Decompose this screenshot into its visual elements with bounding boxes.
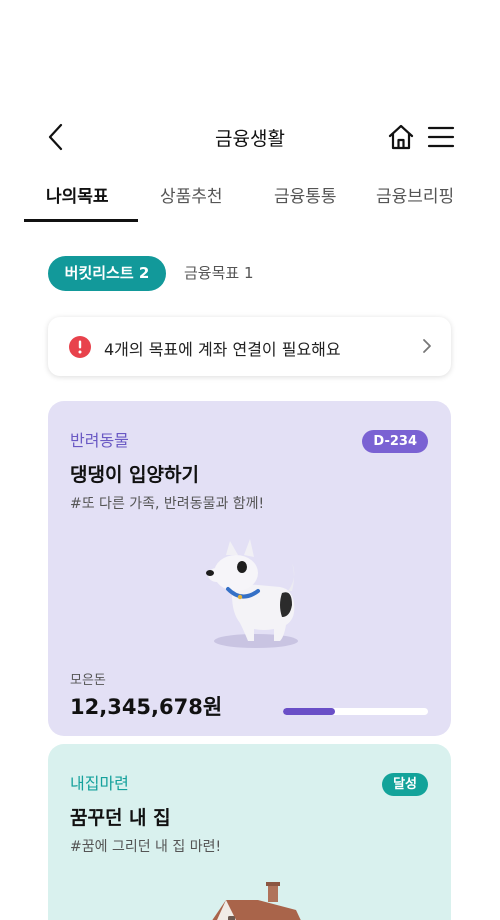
- hamburger-menu-icon: [427, 126, 455, 148]
- tab-bar: 나의목표 상품추천 금융통통 금융브리핑: [0, 182, 500, 224]
- saved-label: 모은돈: [70, 673, 106, 688]
- chevron-left-icon: [48, 123, 63, 151]
- tab-finance-talk[interactable]: 금융통통: [274, 182, 337, 207]
- back-button[interactable]: [40, 120, 74, 154]
- goal-progress-bar: [283, 708, 428, 715]
- account-link-notice[interactable]: 4개의 목표에 계좌 연결이 필요해요: [48, 317, 451, 376]
- menu-button[interactable]: [426, 122, 456, 152]
- goal-description: #또 다른 가족, 반려동물과 함께!: [70, 496, 265, 512]
- goal-card-pet[interactable]: 반려동물 D-234 댕댕이 입양하기 #또 다른 가족, 반려동물과 함께! …: [48, 401, 451, 736]
- goal-title: 댕댕이 입양하기: [70, 464, 199, 486]
- home-icon: [388, 124, 414, 150]
- goal-category: 반려동물: [70, 431, 129, 450]
- house-illustration: [212, 882, 301, 920]
- saved-amount: 12,345,678원: [70, 695, 223, 719]
- goal-description: #꿈에 그리던 내 집 마련!: [70, 839, 222, 855]
- page-title: 금융생활: [215, 128, 285, 150]
- goal-category: 내집마련: [70, 774, 129, 793]
- tab-product-recommend[interactable]: 상품추천: [160, 182, 223, 207]
- d-day-badge: D-234: [362, 430, 428, 453]
- home-button[interactable]: [386, 122, 416, 152]
- info-icon: [69, 336, 91, 358]
- active-tab-indicator: [24, 219, 138, 222]
- dog-illustration: [206, 539, 298, 648]
- financial-goals-chip[interactable]: 금융목표 1: [184, 256, 254, 291]
- chevron-right-icon: [423, 339, 431, 353]
- goal-title: 꿈꾸던 내 집: [70, 807, 171, 829]
- notice-text: 4개의 목표에 계좌 연결이 필요해요: [104, 340, 341, 359]
- goal-card-house[interactable]: 내집마련 달성 꿈꾸던 내 집 #꿈에 그리던 내 집 마련!: [48, 744, 451, 920]
- tab-my-goals[interactable]: 나의목표: [46, 182, 109, 207]
- bucket-list-chip[interactable]: 버킷리스트 2: [48, 256, 166, 291]
- goal-progress-fill: [283, 708, 336, 715]
- app-header: 금융생활: [0, 110, 500, 164]
- tab-finance-briefing[interactable]: 금융브리핑: [376, 182, 454, 207]
- achieved-badge: 달성: [382, 773, 428, 796]
